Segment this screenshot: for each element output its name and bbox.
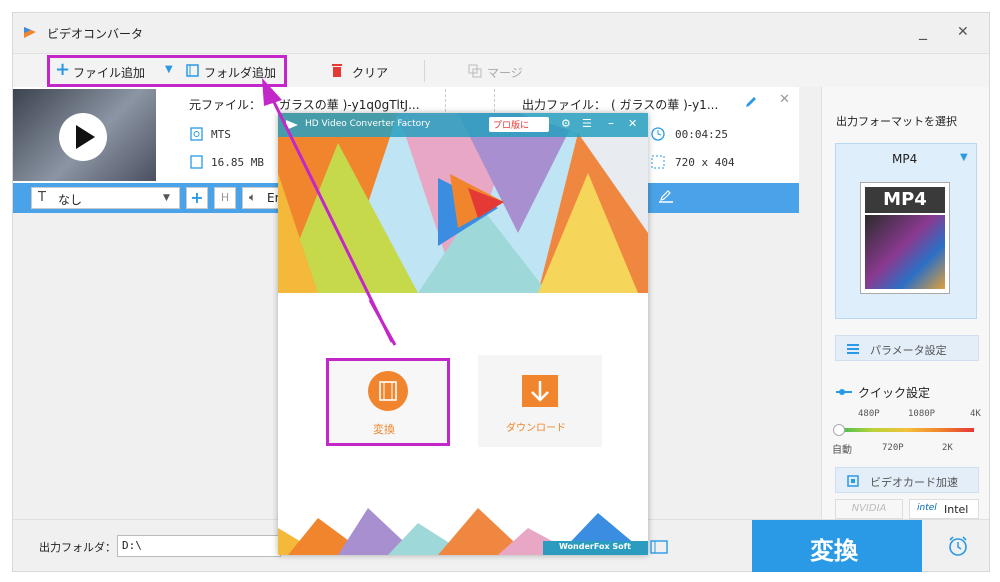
toolbar: + ファイル追加 ▼ フォルダ追加 クリア マージ <box>13 53 989 87</box>
source-label: 元ファイル： <box>189 98 262 112</box>
text-icon: T <box>38 190 46 205</box>
subtitle-select[interactable]: T なし ▼ <box>31 187 180 209</box>
file-size-icon <box>190 155 203 169</box>
format-thumb-image <box>865 215 945 289</box>
edit-icon[interactable] <box>657 189 675 205</box>
quality-label-4k: 4K <box>970 409 981 419</box>
sliders-icon <box>847 344 859 354</box>
param-settings-label: パラメータ設定 <box>870 344 947 357</box>
format-thumb-label: MP4 <box>865 187 945 213</box>
speaker-icon: 🔈︎ <box>249 190 257 204</box>
chevron-down-icon: ▼ <box>960 152 968 163</box>
convert-button[interactable]: 変換 <box>752 520 922 572</box>
intel-logo-icon: intel <box>917 503 937 513</box>
download-icon <box>522 375 558 407</box>
trash-icon <box>332 64 342 77</box>
nvidia-button[interactable]: NVIDIA <box>835 499 903 519</box>
download-tool-button[interactable]: ダウンロード <box>478 355 602 447</box>
source-filename: ガラスの華 )-y1q0gTltJ... <box>279 98 420 112</box>
pro-upgrade-label: プロ版に <box>493 121 530 131</box>
output-folder-label: 出力フォルダ： <box>39 541 116 554</box>
minimize-button[interactable]: _ <box>919 21 927 40</box>
subtitle-value: なし <box>58 193 83 207</box>
output-folder-value: D:\ <box>122 539 142 552</box>
quality-label-1080p: 1080P <box>908 409 936 419</box>
quick-settings-icon <box>836 389 852 395</box>
quality-label-auto: 自動 <box>832 445 852 456</box>
pro-upgrade-badge[interactable]: プロ版に <box>489 117 549 132</box>
param-settings-button[interactable]: パラメータ設定 <box>835 335 979 361</box>
menu-icon[interactable]: ☰ <box>582 117 592 130</box>
gpu-accel-label: ビデオカード加速 <box>870 476 958 489</box>
add-file-button[interactable]: ファイル追加 <box>73 64 145 81</box>
merge-button[interactable]: マージ <box>487 64 523 81</box>
app-big-logo-icon <box>438 174 504 246</box>
quality-label-480p: 480P <box>858 409 880 419</box>
output-label: 出力ファイル： <box>522 98 607 112</box>
toolbar-divider <box>424 60 425 82</box>
format-selector[interactable]: MP4 ▼ MP4 <box>835 143 977 319</box>
popup-close-button[interactable]: ✕ <box>628 117 637 130</box>
source-size: 16.85 MB <box>211 156 264 169</box>
source-format: MTS <box>211 128 231 141</box>
output-duration: 00:04:25 <box>675 128 728 141</box>
subtitle-effect-button[interactable]: H <box>214 187 236 209</box>
popup-app-name: HD Video Converter Factory <box>305 119 431 129</box>
video-thumbnail[interactable] <box>13 89 156 181</box>
output-resolution: 720 x 404 <box>675 156 735 169</box>
play-icon <box>76 125 95 149</box>
format-header: 出力フォーマットを選択 <box>836 115 957 128</box>
add-folder-button[interactable]: フォルダ追加 <box>204 64 276 81</box>
convert-tool-button[interactable]: 変換 <box>326 358 450 446</box>
quality-label-720p: 720P <box>882 443 904 453</box>
open-folder-icon[interactable] <box>650 538 668 554</box>
convert-tool-label: 変換 <box>373 423 395 436</box>
app-logo-icon <box>24 27 36 38</box>
window-title: ビデオコンバータ <box>47 27 144 41</box>
intel-label: Intel <box>944 503 969 516</box>
quick-settings-label: クイック設定 <box>858 386 931 400</box>
quality-label-2k: 2K <box>942 443 953 453</box>
launcher-window: HD Video Converter Factory プロ版に ⚙ ☰ – ✕ … <box>278 113 648 555</box>
close-button[interactable]: ✕ <box>957 24 969 40</box>
brand-label: WonderFox Soft <box>559 542 631 551</box>
app-logo-icon <box>286 120 298 130</box>
alarm-clock-icon[interactable] <box>947 535 969 557</box>
title-bar: ビデオコンバータ _ ✕ <box>13 13 989 53</box>
folder-icon <box>186 64 199 77</box>
chevron-down-icon: ▼ <box>163 193 170 203</box>
quality-slider-track[interactable] <box>838 428 974 432</box>
add-subtitle-button[interactable]: + <box>186 187 208 209</box>
format-name: MP4 <box>892 152 918 166</box>
plus-icon: + <box>55 59 71 80</box>
merge-icon <box>468 64 482 78</box>
output-filename: ( ガラスの華 )-y1... <box>611 98 719 112</box>
chip-icon <box>847 475 859 487</box>
edit-pencil-icon[interactable] <box>744 95 758 109</box>
convert-label: 変換 <box>810 537 858 565</box>
format-thumbnail: MP4 <box>860 182 950 294</box>
quality-slider-handle[interactable] <box>833 424 845 436</box>
chevron-down-icon[interactable]: ▼ <box>165 64 173 75</box>
intel-button[interactable]: intel Intel <box>909 499 979 519</box>
clock-icon <box>651 127 665 141</box>
film-icon <box>379 381 397 401</box>
format-panel: 出力フォーマットを選択 MP4 ▼ MP4 パラメータ設定 クイック設定 480… <box>821 87 989 519</box>
video-file-icon <box>190 127 203 141</box>
remove-file-icon[interactable]: ✕ <box>779 92 790 107</box>
clear-button[interactable]: クリア <box>352 64 388 81</box>
gpu-accel-button[interactable]: ビデオカード加速 <box>835 467 979 493</box>
brand-bar: WonderFox Soft <box>543 541 648 555</box>
download-tool-label: ダウンロード <box>506 423 566 434</box>
popup-minimize-button[interactable]: – <box>608 116 614 130</box>
resolution-icon <box>651 155 665 169</box>
settings-icon[interactable]: ⚙ <box>561 117 571 130</box>
output-folder-input[interactable]: D:\ <box>117 535 281 557</box>
